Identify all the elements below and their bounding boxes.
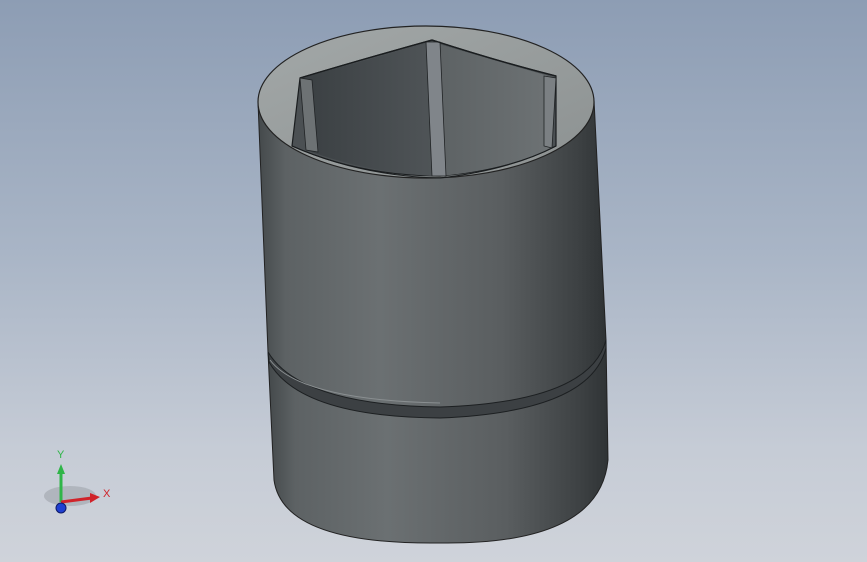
axis-triad: Y X [44,449,111,514]
y-axis-label: Y [57,449,65,461]
socket-model[interactable] [0,0,867,562]
graphics-viewport[interactable]: Y X [0,0,867,562]
triad-shadow [44,486,96,506]
x-axis-label: X [103,488,111,500]
z-axis-dot [55,502,67,514]
y-axis-arrow [57,464,65,474]
